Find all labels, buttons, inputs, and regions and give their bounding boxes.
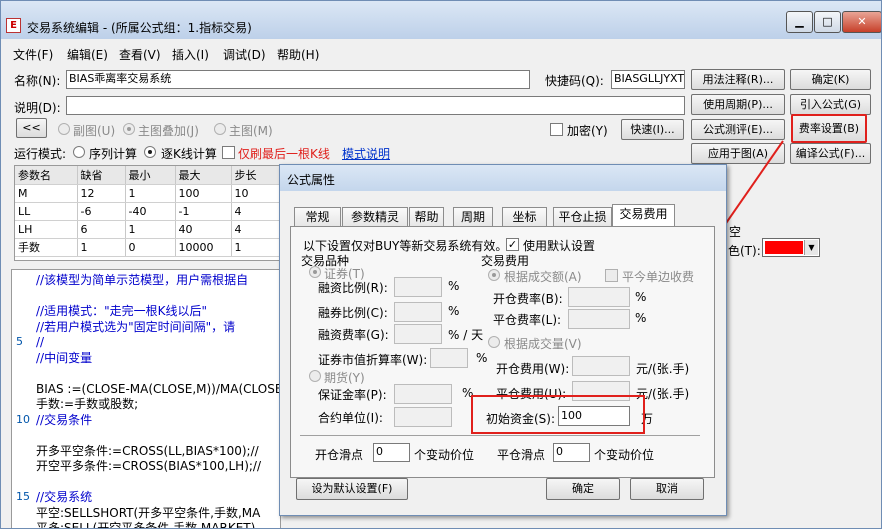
highlight-box (471, 395, 645, 434)
pct-label: % (448, 304, 460, 318)
close-slip-input[interactable]: 0 (553, 443, 590, 462)
futures-label: 期货(Y) (324, 371, 365, 385)
pct-label: % (635, 290, 647, 304)
pct-label: % (635, 311, 647, 325)
margin-fee-label: 融资费率(G): (318, 328, 389, 342)
tab-stoploss[interactable]: 平仓止损 (553, 207, 612, 226)
contract-unit-label: 合约单位(I): (318, 411, 383, 425)
tick-unit-label: 个变动价位 (414, 448, 475, 462)
dialog-cancel-button[interactable]: 取消 (630, 478, 704, 500)
margin-ratio-input[interactable] (394, 277, 442, 297)
contract-unit-input[interactable] (394, 407, 452, 427)
tab-trade-fee[interactable]: 交易费用 (612, 204, 675, 227)
dialog-title-bar (280, 165, 726, 191)
dialog-ok-button[interactable]: 确定 (546, 478, 620, 500)
tab-axis[interactable]: 坐标 (502, 207, 547, 226)
tick-unit-label: 个变动价位 (594, 448, 655, 462)
close-rate-input[interactable] (568, 309, 630, 329)
use-default-label: 使用默认设置 (523, 239, 596, 253)
radio-by-volume[interactable] (488, 336, 500, 348)
tab-general[interactable]: 常规 (294, 207, 341, 226)
formula-properties-dialog: 公式属性 常规 参数精灵 帮助 周期 坐标 平仓止损 交易费用 以下设置仅对BU… (279, 164, 727, 516)
open-rate-input[interactable] (568, 287, 630, 307)
open-fee-label: 开仓费用(W): (496, 362, 570, 376)
discount-label: 证券市值折算率(W): (318, 353, 428, 367)
radio-futures[interactable] (309, 370, 321, 382)
margin-ratio-label: 融资比例(R): (318, 281, 388, 295)
by-amount-label: 根据成交额(A) (504, 270, 582, 284)
deposit-input[interactable] (394, 384, 452, 404)
short-ratio-label: 融券比例(C): (318, 306, 388, 320)
use-default-checkbox[interactable]: ✓ (506, 238, 519, 251)
close-today-checkbox[interactable] (605, 269, 618, 282)
fee-title: 交易费用 (481, 254, 530, 268)
open-rate-label: 开仓费率(B): (493, 292, 563, 306)
tab-help[interactable]: 帮助 (409, 207, 444, 226)
deposit-label: 保证金率(P): (318, 388, 387, 402)
close-today-label: 平今单边收费 (622, 270, 695, 284)
close-slip-label: 平仓滑点 (497, 448, 546, 462)
open-fee-input[interactable] (572, 356, 630, 376)
radio-securities[interactable] (309, 266, 321, 278)
short-ratio-input[interactable] (394, 302, 442, 322)
dialog-title: 公式属性 (287, 173, 336, 187)
per-lot-label: 元/(张.手) (636, 362, 690, 376)
tab-wizard[interactable]: 参数精灵 (342, 207, 408, 226)
close-rate-label: 平仓费率(L): (493, 313, 562, 327)
pct-day-label: % / 天 (448, 328, 484, 342)
radio-by-amount[interactable] (488, 269, 500, 281)
open-slip-label: 开仓滑点 (315, 448, 364, 462)
open-slip-input[interactable]: 0 (373, 443, 410, 462)
pct-label: % (448, 279, 460, 293)
margin-fee-input[interactable] (394, 324, 442, 344)
pct-label: % (476, 351, 488, 365)
by-volume-label: 根据成交量(V) (504, 337, 582, 351)
discount-input[interactable] (430, 348, 468, 368)
tab-period[interactable]: 周期 (453, 207, 493, 226)
set-default-button[interactable]: 设为默认设置(F) (296, 478, 408, 500)
divider (300, 435, 700, 436)
